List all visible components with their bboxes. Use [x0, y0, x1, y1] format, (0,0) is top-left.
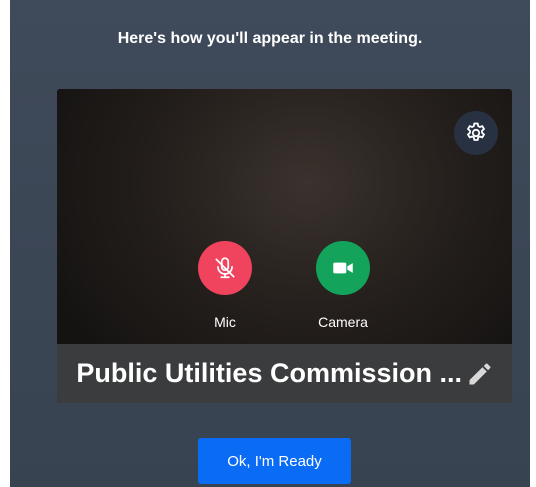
preview-dialog: Here's how you'll appear in the meeting.… [10, 0, 530, 487]
ready-button[interactable]: Ok, I'm Ready [198, 438, 351, 484]
dialog-heading: Here's how you'll appear in the meeting. [117, 30, 423, 47]
camera-toggle-button[interactable] [316, 241, 370, 295]
video-preview: Mic Camera Public Utilities Commission .… [57, 89, 512, 403]
gear-icon [467, 122, 485, 141]
pencil-icon [469, 363, 491, 384]
display-name: Public Utilities Commission ... [76, 358, 462, 388]
camera-control: Camera [303, 241, 383, 330]
camera-label: Camera [318, 314, 368, 330]
edit-name-button[interactable] [466, 360, 494, 388]
microphone-off-icon [215, 257, 235, 279]
settings-button[interactable] [454, 111, 498, 155]
mic-label: Mic [214, 314, 236, 330]
mic-control: Mic [185, 241, 265, 330]
display-name-bar: Public Utilities Commission ... [57, 344, 512, 403]
video-camera-icon [333, 262, 353, 274]
mic-toggle-button[interactable] [198, 241, 252, 295]
